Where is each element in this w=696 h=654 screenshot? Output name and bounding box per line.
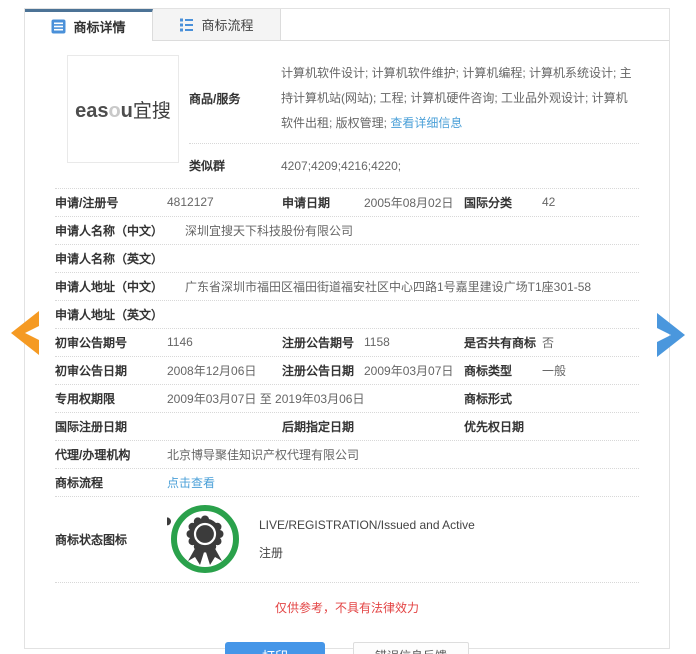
field-label: 是否共有商标	[464, 335, 537, 350]
table-row: 代理/办理机构 北京博导聚佳知识产权代理有限公司	[55, 441, 639, 469]
document-icon	[51, 19, 66, 34]
field-value: 42	[542, 195, 556, 210]
tab-trademark-details[interactable]: 商标详情	[25, 9, 153, 41]
field-value: 4812127	[167, 195, 214, 210]
registered-medal-icon	[163, 501, 243, 577]
field-label: 商标流程	[55, 475, 104, 490]
table-row: 初审公告期号 1146 注册公告期号 1158 是否共有商标 否	[55, 329, 639, 357]
field-value: 1146	[167, 335, 193, 350]
field-value: 2009年03月07日 至 2019年03月06日	[167, 391, 365, 406]
field-value: 一般	[542, 363, 567, 378]
status-line-english: LIVE/REGISTRATION/Issued and Active	[259, 517, 475, 532]
table-row: 申请人名称（中文） 深圳宜搜天下科技股份有限公司	[55, 217, 639, 245]
action-buttons: 打印 错误信息反馈	[55, 641, 639, 654]
trademark-detail-page: 商 标 商 标 商 标 商 标 商 商标详情	[0, 0, 696, 654]
right-arrow-icon	[657, 313, 685, 357]
field-label: 注册公告日期	[282, 363, 355, 378]
field-value: 2008年12月06日	[167, 363, 257, 378]
logo-text: eas	[75, 99, 109, 122]
tab-label: 商标详情	[73, 20, 126, 35]
field-label: 初审公告期号	[55, 335, 128, 350]
goods-services-value: 计算机软件设计; 计算机软件维护; 计算机编程; 计算机系统设计; 主持计算机站…	[281, 61, 639, 137]
left-arrow-icon	[11, 311, 39, 355]
goods-services-row: 商品/服务 计算机软件设计; 计算机软件维护; 计算机编程; 计算机系统设计; …	[189, 55, 639, 144]
trademark-image: easou宜搜	[67, 55, 179, 163]
table-row: 申请人名称（英文）	[55, 245, 639, 273]
field-label: 申请人地址（中文）	[55, 279, 164, 294]
table-row: 申请人地址（中文） 广东省深圳市福田区福田街道福安社区中心四路1号嘉里建设广场T…	[55, 273, 639, 301]
print-button[interactable]: 打印	[225, 641, 325, 654]
field-label: 代理/办理机构	[55, 447, 131, 462]
trademark-status-row: 商标状态图标 LIVE/REGISTRATION/Issued and Acti…	[55, 497, 639, 583]
field-label: 商标状态图标	[55, 532, 128, 547]
field-label: 申请人名称（英文）	[55, 251, 164, 266]
field-value: 1158	[364, 335, 390, 350]
field-label: 类似群	[189, 159, 226, 174]
field-label: 商品/服务	[189, 92, 241, 107]
table-row: 商标流程 点击查看	[55, 469, 639, 497]
logo-text: 宜搜	[132, 100, 171, 122]
table-row: 初审公告日期 2008年12月06日 注册公告日期 2009年03月07日 商标…	[55, 357, 639, 385]
field-value: 北京博导聚佳知识产权代理有限公司	[167, 447, 360, 462]
field-label: 优先权日期	[464, 419, 525, 434]
field-value: 2009年03月07日	[364, 363, 454, 378]
field-label: 申请日期	[282, 195, 331, 210]
field-label: 申请人名称（中文）	[55, 223, 164, 238]
easou-logo: easou宜搜	[75, 96, 171, 123]
view-details-link[interactable]: 查看详细信息	[390, 116, 462, 130]
previous-arrow-button[interactable]	[8, 310, 42, 356]
logo-text: u	[120, 99, 133, 122]
next-arrow-button[interactable]	[654, 312, 688, 358]
click-to-view-link[interactable]: 点击查看	[167, 474, 639, 491]
table-row: 申请人地址（英文）	[55, 301, 639, 329]
field-value: 2005年08月02日	[364, 195, 454, 210]
table-row: 申请/注册号 4812127 申请日期 2005年08月02日 国际分类 42	[55, 189, 639, 217]
field-label: 初审公告日期	[55, 363, 128, 378]
tab-label: 商标流程	[201, 18, 254, 33]
field-label: 后期指定日期	[282, 419, 355, 434]
field-label: 商标形式	[464, 391, 513, 406]
tab-bar: 商标详情 商标流程	[25, 9, 669, 41]
status-line-chinese: 注册	[259, 545, 284, 560]
field-value: 否	[542, 335, 555, 350]
field-label: 注册公告期号	[282, 335, 355, 350]
tab-bar-spacer	[281, 9, 669, 40]
table-row: 专用权期限 2009年03月07日 至 2019年03月06日 商标形式	[55, 385, 639, 413]
field-label: 国际分类	[464, 195, 513, 210]
field-value: 深圳宜搜天下科技股份有限公司	[185, 223, 354, 238]
field-label: 申请人地址（英文）	[55, 307, 164, 322]
logo-text: o	[108, 99, 121, 122]
similar-group-value: 4207;4209;4216;4220;	[281, 158, 402, 173]
field-label: 商标类型	[464, 363, 513, 378]
tab-trademark-process[interactable]: 商标流程	[153, 9, 281, 40]
table-row: 国际注册日期 后期指定日期 优先权日期	[55, 413, 639, 441]
similar-group-row: 类似群 4207;4209;4216;4220;	[189, 144, 639, 188]
disclaimer-text: 仅供参考，不具有法律效力	[274, 600, 419, 615]
field-label: 专用权期限	[55, 391, 116, 406]
error-feedback-button[interactable]: 错误信息反馈	[353, 641, 469, 654]
trademark-detail-card: 商标详情 商标流程 easou宜搜 商品/服务 计算机软件设计; 计算机软件维护…	[24, 8, 670, 654]
trademark-header-section: easou宜搜 商品/服务 计算机软件设计; 计算机软件维护; 计算机编程; 计…	[55, 41, 639, 189]
field-value: 广东省深圳市福田区福田街道福安社区中心四路1号嘉里建设广场T1座301-58	[185, 279, 592, 294]
list-icon	[180, 18, 194, 32]
field-label: 申请/注册号	[55, 195, 119, 210]
field-label: 国际注册日期	[55, 419, 128, 434]
